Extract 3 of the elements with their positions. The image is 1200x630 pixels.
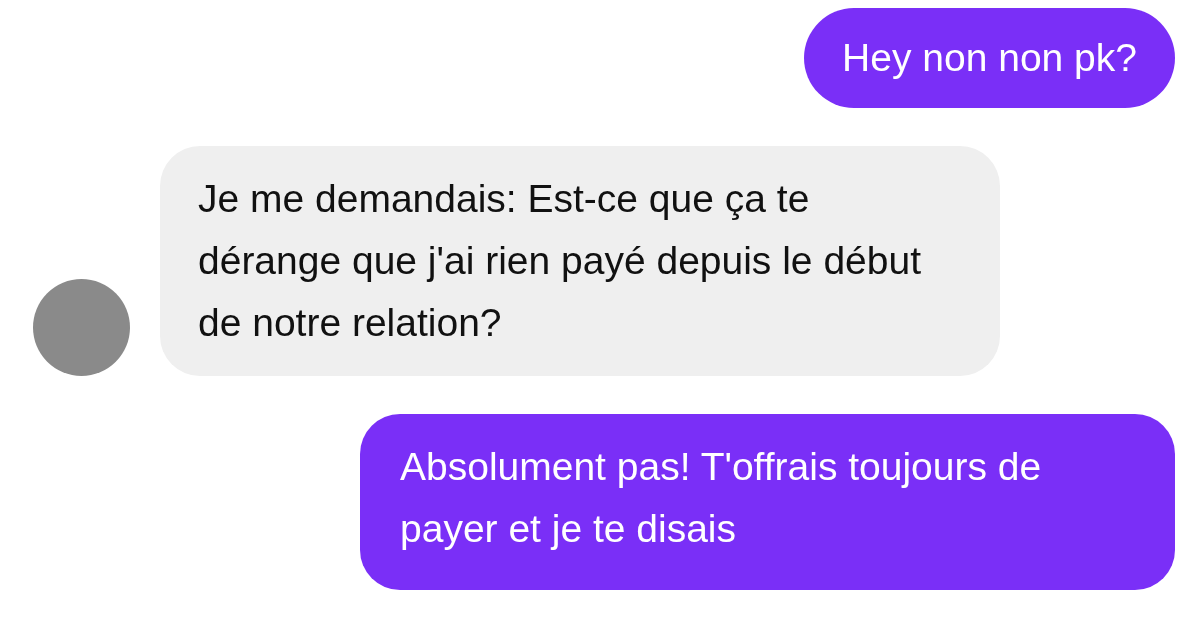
sent-message-bubble: Hey non non pk? <box>804 8 1175 108</box>
received-message-bubble: Je me demandais: Est-ce que ça te dérange que j'ai rien payé depuis le début de notre relation? <box>160 146 1000 376</box>
sent-message-bubble: Absolument pas! T'offrais toujours de payer et je te disais <box>360 414 1175 590</box>
